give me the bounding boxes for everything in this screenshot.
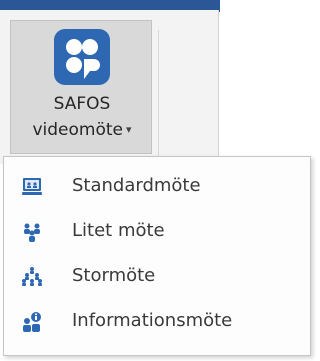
menu-item-label: Standardmöte bbox=[72, 175, 201, 196]
ribbon-separator bbox=[158, 30, 159, 164]
computer-meeting-icon bbox=[21, 176, 43, 198]
menu-item-label: Informationsmöte bbox=[72, 310, 233, 331]
small-group-icon bbox=[21, 221, 43, 243]
button-label-line1: SAFOS bbox=[53, 94, 111, 114]
menu-item-informationsmote[interactable]: Informationsmöte bbox=[4, 299, 310, 343]
title-bar-strip bbox=[0, 0, 218, 10]
button-label-text: videomöte bbox=[32, 120, 123, 140]
menu-item-stormote[interactable]: Stormöte bbox=[4, 254, 310, 298]
menu-item-standardmote[interactable]: Standardmöte bbox=[4, 164, 310, 208]
menu-item-litet-mote[interactable]: Litet möte bbox=[4, 209, 310, 253]
dropdown-menu: Standardmöte Litet möte Stormöte Informa… bbox=[3, 156, 311, 356]
menu-item-label: Litet möte bbox=[72, 220, 165, 241]
info-meeting-icon bbox=[21, 311, 43, 333]
chevron-down-icon[interactable]: ▾ bbox=[126, 123, 132, 136]
safos-videomote-button[interactable]: SAFOS videomöte ▾ bbox=[10, 20, 152, 154]
safos-logo-icon bbox=[54, 29, 110, 85]
button-label-line2: videomöte ▾ bbox=[11, 120, 153, 140]
large-group-icon bbox=[21, 266, 43, 288]
menu-item-label: Stormöte bbox=[72, 265, 156, 286]
